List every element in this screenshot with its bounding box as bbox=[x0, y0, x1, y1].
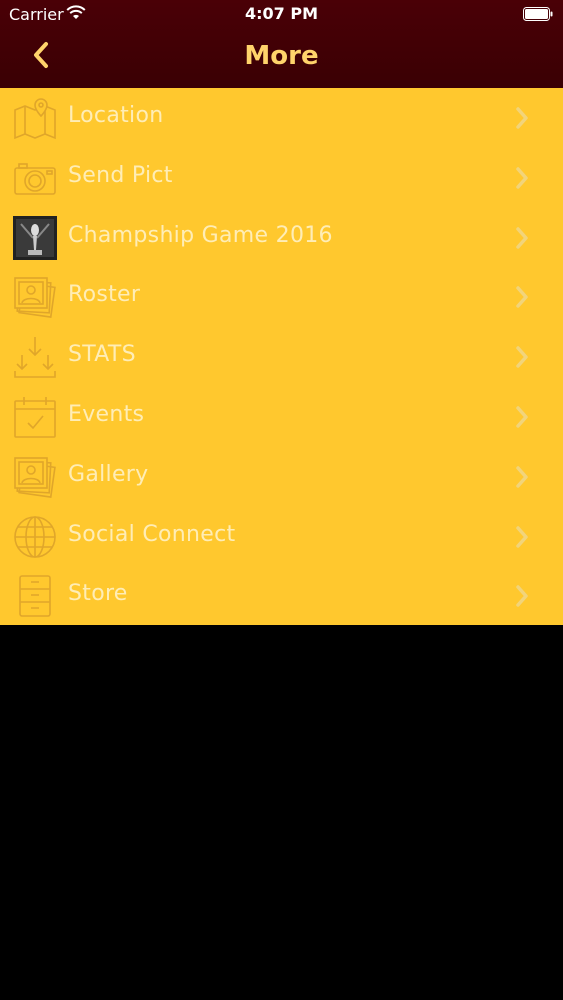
menu-item-stats[interactable]: STATS bbox=[0, 327, 563, 387]
menu-item-send-pict[interactable]: Send Pict bbox=[0, 148, 563, 208]
chevron-right-icon bbox=[515, 226, 529, 250]
chevron-right-icon bbox=[515, 405, 529, 429]
globe-icon bbox=[13, 515, 57, 559]
menu-list: Location Send Pict Champship Game 2016 R… bbox=[0, 88, 563, 625]
menu-item-label: Send Pict bbox=[68, 162, 173, 188]
menu-item-roster[interactable]: Roster bbox=[0, 267, 563, 327]
camera-icon bbox=[13, 156, 57, 200]
menu-item-label: Location bbox=[68, 103, 164, 128]
menu-item-label: Roster bbox=[68, 282, 141, 308]
chevron-right-icon bbox=[515, 584, 529, 608]
download-arrows-icon bbox=[13, 335, 57, 379]
map-pin-icon bbox=[13, 96, 57, 140]
cabinet-icon bbox=[13, 574, 57, 618]
menu-item-location[interactable]: Location bbox=[0, 88, 563, 148]
chevron-right-icon bbox=[515, 285, 529, 309]
menu-item-label: Store bbox=[68, 581, 128, 607]
menu-item-label: Events bbox=[68, 401, 145, 427]
menu-item-social-connect[interactable]: Social Connect bbox=[0, 507, 563, 567]
chevron-right-icon bbox=[515, 106, 529, 130]
page-title: More bbox=[244, 41, 319, 71]
chevron-right-icon bbox=[515, 525, 529, 549]
clock: 4:07 PM bbox=[244, 4, 318, 23]
chevron-right-icon bbox=[515, 465, 529, 489]
battery-icon bbox=[523, 7, 553, 21]
calendar-check-icon bbox=[13, 395, 57, 439]
status-bar: Carrier 4:07 PM bbox=[0, 0, 563, 30]
menu-item-store[interactable]: Store bbox=[0, 566, 563, 626]
menu-item-label: Social Connect bbox=[68, 521, 236, 547]
menu-item-label: STATS bbox=[68, 342, 136, 368]
menu-item-gallery[interactable]: Gallery bbox=[0, 447, 563, 507]
menu-item-events[interactable]: Events bbox=[0, 387, 563, 447]
chevron-right-icon bbox=[515, 166, 529, 190]
menu-item-label: Champship Game 2016 bbox=[68, 222, 333, 248]
photos-icon bbox=[13, 455, 57, 499]
photos-icon bbox=[13, 275, 57, 319]
menu-item-label: Gallery bbox=[68, 461, 149, 487]
trophy-image-icon bbox=[13, 215, 57, 260]
chevron-right-icon bbox=[515, 345, 529, 369]
header: Carrier 4:07 PM More bbox=[0, 0, 563, 88]
menu-item-championship-game[interactable]: Champship Game 2016 bbox=[0, 208, 563, 268]
navigation-bar: More bbox=[0, 30, 563, 88]
